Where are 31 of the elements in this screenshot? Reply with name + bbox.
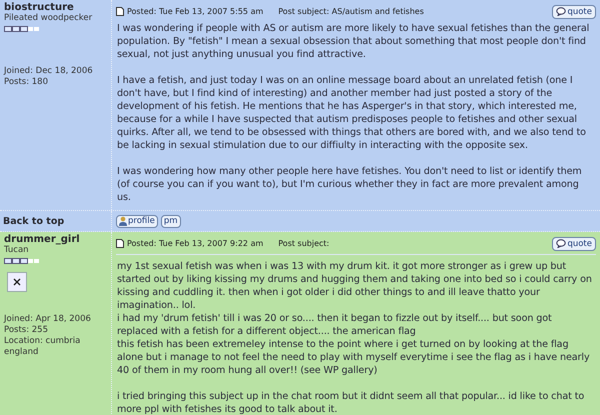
speech-bubble-icon <box>556 7 566 16</box>
document-icon <box>116 239 124 248</box>
quote-button[interactable]: quote <box>552 236 596 250</box>
post-paragraph: I was wondering if people with AS or autism are more likely to have sexual fetishes than the general population. By "fetish" I mean a sexual obsession that about something that most people don't find sexual, not just anything unusual you find attractive. <box>117 22 590 61</box>
post-date: Posted: Tue Feb 13, 2007 9:22 am <box>127 239 264 248</box>
user-rank: Tucan <box>4 245 30 256</box>
post-subject: Post subject: AS/autism and fetishes <box>278 7 424 16</box>
username: drummer_girl <box>4 234 81 245</box>
profile-detail: Joined: Apr 18, 2006 <box>4 314 92 325</box>
quote-button[interactable]: quote <box>552 4 596 18</box>
back-to-top-link[interactable]: Back to top <box>3 216 64 226</box>
rank-icon <box>4 258 40 264</box>
post-paragraph: i tried bringing this subject up in the chat room but it didnt seem all that popular... id like to chat to more ppl with fetishes its good to talk about it. <box>117 390 586 415</box>
profile-button[interactable]: profile <box>116 214 158 228</box>
rank-icon <box>4 26 40 32</box>
post-paragraph: my 1st sexual fetish was when i was 13 with my drum kit. it got more stronger as i grew up but started out by liking kissing my drums and hugging them and taking one into bed so i could carry on kissing and cuddling it. then when i got older i did other things to and ill leave thatto your imagination.. lol. <box>117 260 593 312</box>
post-date: Posted: Tue Feb 13, 2007 5:55 am <box>127 7 264 16</box>
user-rank: Pileated woodpecker <box>4 13 94 24</box>
profile-detail: Location: cumbria england <box>4 336 82 358</box>
profile-detail: Joined: Dec 18, 2006 <box>4 66 94 77</box>
profile-detail: Posts: 255 <box>4 325 50 336</box>
post-paragraph: I was wondering how many other people here have fetishes. You don't need to list or identify them (of course you can if you want to), but I'm curious whether they in fact are more prevalent among us. <box>117 165 583 204</box>
speech-bubble-icon <box>556 239 566 248</box>
person-icon <box>119 216 127 226</box>
document-icon <box>116 7 124 16</box>
post-subject: Post subject: <box>278 239 330 248</box>
pm-button[interactable]: pm <box>160 214 181 228</box>
username: biostructure <box>4 2 75 13</box>
post-paragraph: I have a fetish, and just today I was on an online message board about an unrelated fetish (one I don't have, but I find kind of interesting) and another member had just posted a story of the development of his fetish. He mentions that he has Asperger's in that story, which interested me, because for a while I have suspected that autism predisposes people to fetishes and other sexual quirks. After all, we tend to be obsessed with things that others are bored with, and we also tend to be lacking in sexual stimulation due to our diffiulty in interacting with the opposite sex. <box>117 74 587 152</box>
post-paragraph: this fetish has been extremeley intense to the point where i get turned on by looking at the flag alone but i manage to not feel the need to play with myself everytime i see the flag as i have nearly 40 of them in my room hung all over!! (see WP gallery) <box>117 338 591 377</box>
profile-detail: Posts: 180 <box>4 77 50 88</box>
